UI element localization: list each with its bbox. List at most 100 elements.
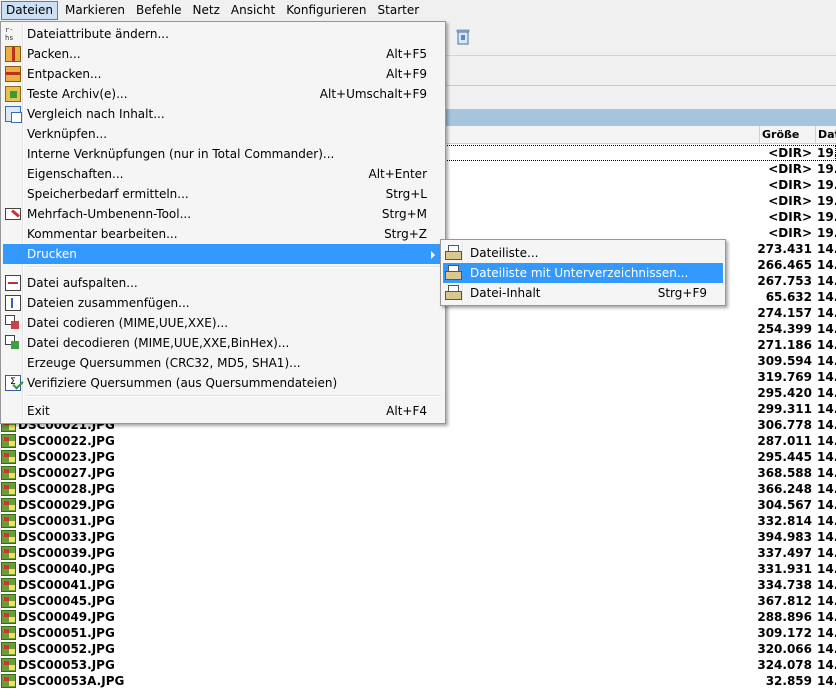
menu-separator: [26, 395, 441, 397]
test-archive-icon: [5, 86, 21, 102]
file-date: 14.0: [817, 466, 836, 480]
menu-item-packen[interactable]: Packen... Alt+F5: [3, 44, 443, 64]
jpg-file-icon: [1, 514, 16, 528]
menu-item-label: Exit: [27, 404, 50, 418]
file-date: 14.0: [817, 658, 836, 672]
file-row[interactable]: DSC00052.JPG 320.066 14.0: [0, 641, 836, 657]
file-row[interactable]: DSC00028.JPG 366.248 14.0: [0, 481, 836, 497]
file-date: 14.0: [817, 242, 836, 256]
file-row[interactable]: DSC00051.JPG 309.172 14.0: [0, 625, 836, 641]
menu-item-shortcut: Strg+M: [381, 207, 427, 221]
menu-item-label: Dateiattribute ändern...: [27, 27, 169, 41]
file-date: 14.0: [817, 402, 836, 416]
file-date: 19.0: [817, 178, 836, 192]
menu-item-label: Datei-Inhalt: [470, 286, 541, 300]
file-date: 14.0: [817, 594, 836, 608]
file-size: 267.753: [757, 274, 812, 288]
menu-item-label: Interne Verknüpfungen (nur in Total Comm…: [27, 147, 335, 161]
file-date: 19.0: [817, 146, 836, 160]
menu-konfigurieren[interactable]: Konfigurieren: [282, 1, 370, 20]
menu-item-verifiziere-quersummen-aus-quersummendateien[interactable]: Σ Verifiziere Quersummen (aus Quersummend…: [3, 373, 443, 393]
menu-item-mehrfach-umbenenn-tool[interactable]: Mehrfach-Umbenenn-Tool... Strg+M: [3, 204, 443, 224]
encode-icon: [5, 315, 21, 331]
file-size: <DIR>: [768, 210, 812, 224]
file-row[interactable]: DSC00029.JPG 304.567 14.0: [0, 497, 836, 513]
file-row[interactable]: DSC00022.JPG 287.011 14.0: [0, 433, 836, 449]
rename-icon: [5, 206, 21, 222]
menu-markieren[interactable]: Markieren: [61, 1, 129, 20]
menu-item-datei-decodieren-mime-uue-xxe-binhex[interactable]: Datei decodieren (MIME,UUE,XXE,BinHex)..…: [3, 333, 443, 353]
menu-item-teste-archiv-e[interactable]: Teste Archiv(e)... Alt+Umschalt+F9: [3, 84, 443, 104]
menu-item-speicherbedarf-ermitteln[interactable]: Speicherbedarf ermitteln... Strg+L: [3, 184, 443, 204]
menu-item-label: Teste Archiv(e)...: [27, 87, 128, 101]
file-row[interactable]: DSC00049.JPG 288.896 14.0: [0, 609, 836, 625]
file-size: 295.420: [757, 386, 812, 400]
menu-item-entpacken[interactable]: Entpacken... Alt+F9: [3, 64, 443, 84]
jpg-file-icon: [1, 626, 16, 640]
file-size: 287.011: [757, 434, 812, 448]
file-size: 299.311: [757, 402, 812, 416]
file-row[interactable]: DSC00053A.JPG 32.859 14.0: [0, 673, 836, 689]
file-date: 14.0: [817, 386, 836, 400]
menu-item-datei-codieren-mime-uue-xxe[interactable]: Datei codieren (MIME,UUE,XXE)...: [3, 313, 443, 333]
file-row[interactable]: DSC00053.JPG 324.078 14.0: [0, 657, 836, 673]
file-date: 14.0: [817, 290, 836, 304]
column-size[interactable]: Größe: [759, 126, 815, 144]
file-size: 274.157: [757, 306, 812, 320]
menu-dateien[interactable]: Dateien: [1, 1, 59, 20]
file-name: DSC00022.JPG: [18, 434, 115, 448]
menu-item-vergleich-nach-inhalt[interactable]: Vergleich nach Inhalt...: [3, 104, 443, 124]
menu-item-eigenschaften[interactable]: Eigenschaften... Alt+Enter: [3, 164, 443, 184]
file-date: 14.0: [817, 482, 836, 496]
menu-item-datei-inhalt[interactable]: Datei-Inhalt Strg+F9: [443, 283, 723, 303]
jpg-file-icon: [1, 498, 16, 512]
file-size: <DIR>: [768, 146, 812, 160]
menu-bar: Dateien Markieren Befehle Netz Ansicht K…: [0, 0, 836, 21]
menu-item-exit[interactable]: Exit Alt+F4: [3, 401, 443, 421]
file-date: 14.0: [817, 354, 836, 368]
menu-item-dateien-zusammenfuegen[interactable]: Dateien zusammenfügen...: [3, 293, 443, 313]
menu-befehle[interactable]: Befehle: [132, 1, 186, 20]
jpg-file-icon: [1, 674, 16, 688]
file-row[interactable]: DSC00039.JPG 337.497 14.0: [0, 545, 836, 561]
menu-item-dateiliste-mit-unterverzeichnissen[interactable]: Dateiliste mit Unterverzeichnissen...: [443, 263, 723, 283]
file-size: 304.567: [757, 498, 812, 512]
file-name: DSC00031.JPG: [18, 514, 115, 528]
menu-netz[interactable]: Netz: [189, 1, 224, 20]
jpg-file-icon: [1, 530, 16, 544]
menu-item-dateiattribute-aendern[interactable]: r-hs Dateiattribute ändern...: [3, 24, 443, 44]
menu-item-interne-verknuepfungen-nur-in-total-commander[interactable]: Interne Verknüpfungen (nur in Total Comm…: [3, 144, 443, 164]
file-size: 337.497: [757, 546, 812, 560]
recycle-bin-icon[interactable]: [455, 29, 471, 45]
file-name: DSC00033.JPG: [18, 530, 115, 544]
menu-item-dateiliste[interactable]: Dateiliste...: [443, 243, 723, 263]
file-size: 309.172: [757, 626, 812, 640]
file-date: 14.0: [817, 418, 836, 432]
menu-item-erzeuge-quersummen-crc32-md5-sha1[interactable]: Erzeuge Quersummen (CRC32, MD5, SHA1)...: [3, 353, 443, 373]
menu-item-kommentar-bearbeiten[interactable]: Kommentar bearbeiten... Strg+Z: [3, 224, 443, 244]
file-row[interactable]: DSC00041.JPG 334.738 14.0: [0, 577, 836, 593]
file-row[interactable]: DSC00027.JPG 368.588 14.0: [0, 465, 836, 481]
file-date: 19.0: [817, 226, 836, 240]
menu-starter[interactable]: Starter: [374, 1, 424, 20]
menu-ansicht[interactable]: Ansicht: [227, 1, 279, 20]
file-row[interactable]: DSC00031.JPG 332.814 14.0: [0, 513, 836, 529]
jpg-file-icon: [1, 466, 16, 480]
file-size: <DIR>: [768, 162, 812, 176]
jpg-file-icon: [1, 546, 16, 560]
menu-item-datei-aufspalten[interactable]: Datei aufspalten...: [3, 273, 443, 293]
menu-item-drucken[interactable]: Drucken: [3, 244, 443, 264]
file-size: 306.778: [757, 418, 812, 432]
file-row[interactable]: DSC00023.JPG 295.445 14.0: [0, 449, 836, 465]
menu-item-verknuepfen[interactable]: Verknüpfen...: [3, 124, 443, 144]
file-date: 14.0: [817, 274, 836, 288]
file-date: 14.0: [817, 322, 836, 336]
file-size: <DIR>: [768, 194, 812, 208]
file-row[interactable]: DSC00040.JPG 331.931 14.0: [0, 561, 836, 577]
file-row[interactable]: DSC00045.JPG 367.812 14.0: [0, 593, 836, 609]
file-date: 14.0: [817, 578, 836, 592]
file-row[interactable]: DSC00033.JPG 394.983 14.0: [0, 529, 836, 545]
file-date: 14.0: [817, 530, 836, 544]
menu-item-label: Vergleich nach Inhalt...: [27, 107, 165, 121]
column-date[interactable]: Dat: [815, 126, 836, 144]
